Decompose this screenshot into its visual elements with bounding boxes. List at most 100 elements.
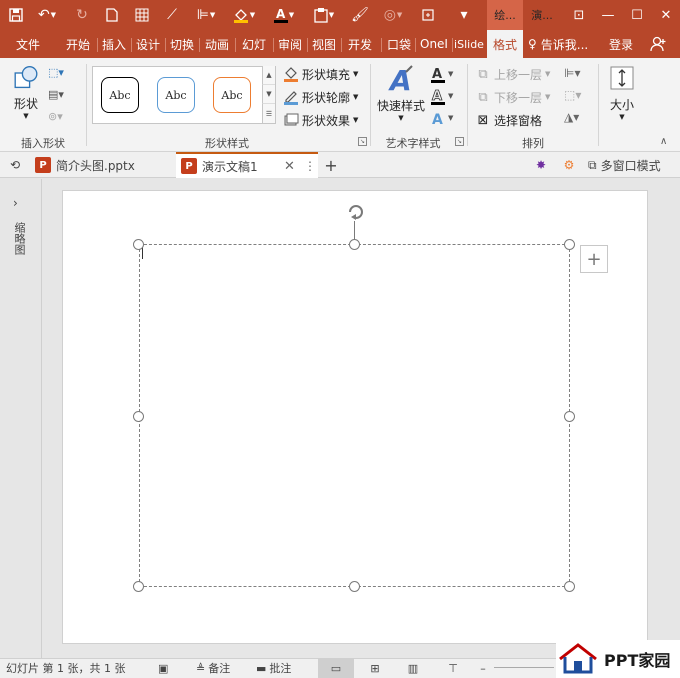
tab-pocket[interactable]: 口袋 [383,30,415,58]
thumbnails-label[interactable]: 缩略图 [13,222,27,255]
tab-animations[interactable]: 动画 [201,30,233,58]
gallery-more-icon[interactable]: ☰ [262,104,275,123]
shape-effects-button[interactable]: 形状效果 ▼ [282,110,358,130]
text-fill-icon[interactable]: A ▼ [430,66,458,84]
zoom-out-icon[interactable]: – [476,658,490,678]
wordart-launcher-icon[interactable]: ↘ [455,137,464,146]
collapse-ribbon-icon[interactable]: ∧ [660,136,667,147]
shape-style-black[interactable]: Abc [101,77,139,113]
rotation-handle-icon[interactable] [343,200,369,225]
share-user-icon[interactable] [644,30,672,58]
resize-handle-right[interactable] [564,411,575,422]
reading-view-icon[interactable]: ▥ [400,658,426,678]
doc-tab-intro[interactable]: P 简介头图.pptx [30,152,174,178]
minimize-button[interactable]: — [593,0,623,30]
maximize-button[interactable]: ☐ [622,0,652,30]
comments-button[interactable]: ▬ 批注 [256,658,291,678]
multi-window-mode-button[interactable]: ⧉ 多窗口模式 [588,152,678,178]
tab-file[interactable]: 文件 [6,30,50,58]
svg-text:A: A [276,7,286,21]
lightbulb-icon: ♀ [528,37,537,51]
slide-sorter-icon[interactable]: ⊞ [362,658,388,678]
house-logo-icon [559,643,597,674]
spellcheck-icon[interactable]: ▣ [158,658,168,678]
tab-review[interactable]: 审阅 [275,30,305,58]
shape-style-blue[interactable]: Abc [157,77,195,113]
gallery-scroll-down-icon[interactable]: ▼ [262,85,275,104]
sparkle-icon[interactable]: ✸ [530,152,552,178]
tab-developer[interactable]: 开发 [343,30,377,58]
format-painter-icon[interactable]: 🖌 [348,0,372,30]
shape-styles-launcher-icon[interactable]: ↘ [358,137,367,146]
resize-handle-top[interactable] [349,239,360,250]
close-tab-icon[interactable]: ✕ [284,159,295,174]
crop-icon[interactable] [416,0,440,30]
doc-tab-presentation1[interactable]: P 演示文稿1 ✕ ⋮ [176,152,318,178]
group-label-shape-styles: 形状样式 [205,137,249,150]
fill-bucket-icon[interactable]: ▼ [228,0,260,30]
tab-transitions[interactable]: 切换 [167,30,197,58]
tab-islide[interactable]: iSlide [453,30,485,58]
save-icon[interactable] [4,0,28,30]
tab-home[interactable]: 开始 [62,30,94,58]
text-effects-icon[interactable]: A ▼ [430,110,458,128]
eyedropper-icon[interactable]: ⟋ [160,0,184,30]
selection-pane-label: 选择窗格 [494,113,543,128]
text-outline-icon[interactable]: A ▼ [430,88,458,106]
login-link[interactable]: 登录 [602,30,640,58]
text-box-icon[interactable]: ▤▾ [48,88,74,104]
shape-style-gallery[interactable]: Abc Abc Abc [92,66,276,124]
layout-options-icon[interactable]: + [580,245,608,273]
resize-handle-bottom-left[interactable] [133,581,144,592]
grid-icon[interactable] [130,0,154,30]
gallery-scroll-up-icon[interactable]: ▲ [262,66,275,85]
resize-handle-top-right[interactable] [564,239,575,250]
resize-handle-bottom[interactable] [349,581,360,592]
shapes-button[interactable]: 形状 ▼ [8,64,44,120]
slide-counter: 幻灯片 第 1 张，共 1 张 [6,662,126,675]
edit-shape-icon[interactable]: ⬚▾ [48,66,74,82]
shape-fill-button[interactable]: 形状填充 ▼ [282,64,358,84]
new-tab-icon[interactable]: + [320,152,342,178]
tab-insert[interactable]: 插入 [99,30,129,58]
tab-format[interactable]: 格式 [487,30,523,58]
tab-view[interactable]: 视图 [309,30,339,58]
redo-icon: ↻ [76,7,88,23]
ribbon-display-icon[interactable]: ⊡ [564,0,594,30]
shape-outline-button[interactable]: 形状轮廓 ▼ [282,87,358,107]
tell-me-box[interactable]: ♀ 告诉我... [528,30,598,58]
send-backward-label: 下移一层 [494,90,543,105]
notes-button[interactable]: ≜ 备注 [196,658,230,678]
undo-icon[interactable]: ↶ ▼ [32,0,62,30]
slideshow-icon[interactable]: ⊤ [440,658,466,678]
tab-design[interactable]: 设计 [133,30,163,58]
resize-handle-bottom-right[interactable] [564,581,575,592]
paste-icon[interactable]: ▼ [308,0,340,30]
expand-pane-icon[interactable]: › [13,196,18,210]
align-icon[interactable]: ⊫ ▼ [190,0,222,30]
shape-style-orange[interactable]: Abc [213,77,251,113]
tab-slideshow[interactable]: 幻灯 [237,30,271,58]
settings-gear-icon[interactable]: ⚙ [558,152,580,178]
size-button[interactable]: 大小 ▼ [604,64,640,126]
resize-handle-top-left[interactable] [133,239,144,250]
selection-pane-button[interactable]: ⊠ 选择窗格 [474,110,542,130]
tab-onenote[interactable]: OneI [417,30,451,58]
new-file-icon[interactable] [100,0,124,30]
tab-history-icon[interactable]: ⟲ [4,152,26,178]
tab-menu-icon[interactable]: ⋮ [304,159,316,173]
svg-text:▼: ▼ [448,92,454,100]
doc-tab-label: 简介头图.pptx [56,158,135,173]
rotate-icon[interactable]: ◮▾ [564,110,592,128]
more-commands-icon[interactable]: ▾ [452,0,476,30]
normal-view-icon[interactable]: ▭ [318,658,354,678]
resize-handle-left[interactable] [133,411,144,422]
align-objects-icon[interactable]: ⊫▾ [564,66,592,84]
send-backward-button: ⧉ 下移一层 ▼ [474,87,550,107]
tab-divider [415,38,416,52]
quick-styles-button[interactable]: A 快速样式 ▼ [374,64,428,126]
font-color-icon[interactable]: A ▼ [268,0,300,30]
selected-shape[interactable] [139,244,570,587]
zoom-slider-track[interactable] [494,667,554,668]
close-button[interactable]: ✕ [651,0,680,30]
